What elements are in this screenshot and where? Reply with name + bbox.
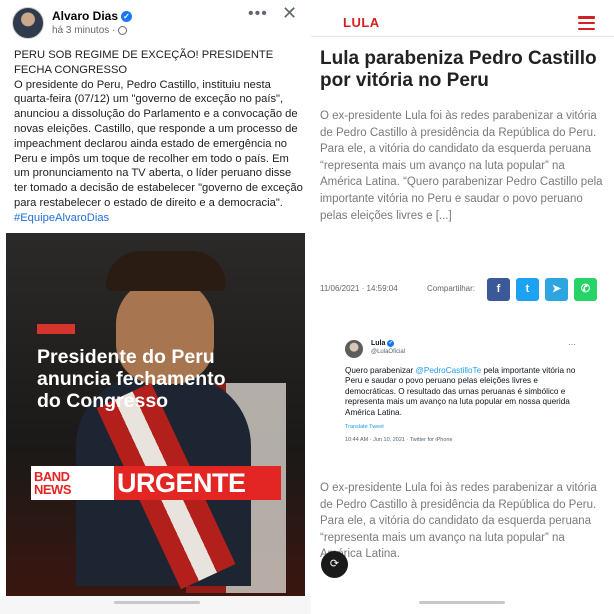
article-excerpt: O ex-presidente Lula foi às redes parabe…	[320, 110, 603, 222]
tweet-mention-link[interactable]: @PedroCastilloTe	[416, 366, 482, 375]
article-paragraph: O ex-presidente Lula foi às redes parabe…	[320, 482, 597, 561]
post-body: O presidente do Peru, Pedro Castillo, in…	[14, 78, 303, 209]
facebook-post-panel: Alvaro Dias ✓ há 3 minutos · ••• ✕ PERU …	[0, 0, 311, 614]
verified-badge-icon: ✓	[121, 10, 133, 22]
tweet-author[interactable]: Lula	[371, 340, 385, 347]
globe-icon	[118, 26, 128, 35]
post-time: há 3 minutos ·	[52, 25, 116, 36]
post-text: PERU SOB REGIME DE EXCEÇÃO! PRESIDENTE F…	[14, 48, 304, 226]
post-time-row: há 3 minutos ·	[52, 25, 128, 36]
band-news-urgente-badge: BAND NEWS URGENTE	[31, 466, 281, 500]
site-header: LULA	[311, 7, 614, 37]
post-header: Alvaro Dias ✓ há 3 minutos · ••• ✕	[0, 0, 311, 44]
tweet-date[interactable]: 10:44 AM · Jun 10, 2021 · Twitter for iP…	[345, 437, 453, 443]
article-date: 11/06/2021 · 14:59:04	[320, 284, 398, 293]
band-news-logo: BAND NEWS	[31, 466, 114, 500]
system-nav-bar	[311, 596, 614, 614]
urgente-label: URGENTE	[114, 466, 281, 500]
tweet-more-icon[interactable]: ···	[568, 340, 576, 349]
close-icon[interactable]: ✕	[282, 3, 297, 24]
video-headline: Presidente do Peru anuncia fechamento do…	[37, 346, 226, 412]
headline-accent-bar	[37, 324, 75, 334]
post-hashtag-link[interactable]: #EquipeAlvaroDias	[14, 212, 109, 224]
author-avatar[interactable]	[12, 7, 44, 39]
president-figure	[76, 251, 251, 590]
post-headline: PERU SOB REGIME DE EXCEÇÃO! PRESIDENTE F…	[14, 49, 274, 76]
facebook-icon[interactable]: f	[487, 278, 510, 301]
more-options-icon[interactable]: •••	[248, 5, 268, 23]
tweet-text-start: Quero parabenizar	[345, 366, 416, 375]
post-video-thumbnail[interactable]: Presidente do Peru anuncia fechamento do…	[6, 233, 305, 596]
rotate-screen-icon[interactable]: ⟳	[321, 551, 348, 578]
home-indicator[interactable]	[114, 601, 200, 604]
tweet-handle[interactable]: @LulaOficial	[371, 349, 405, 355]
author-name[interactable]: Alvaro Dias	[52, 9, 118, 23]
twitter-icon[interactable]: t	[516, 278, 539, 301]
news-text: NEWS	[34, 482, 72, 497]
telegram-icon[interactable]: ➤	[545, 278, 568, 301]
system-nav-bar	[0, 596, 311, 614]
site-logo[interactable]: LULA	[343, 15, 380, 30]
share-buttons: f t ➤ ✆	[487, 278, 597, 301]
verified-badge-icon: ✓	[387, 340, 395, 347]
tweet-author-row[interactable]: Lula ✓	[371, 340, 395, 347]
tweet-text: Quero parabenizar @PedroCastilloTe pela …	[345, 366, 577, 418]
article-title: Lula parabeniza Pedro Castillo por vitór…	[320, 48, 597, 91]
hamburger-menu-icon[interactable]	[578, 16, 595, 30]
tweet-avatar[interactable]	[345, 340, 363, 358]
article-panel: LULA Lula parabeniza Pedro Castillo por …	[311, 0, 614, 614]
author-name-row[interactable]: Alvaro Dias ✓	[52, 9, 133, 23]
share-label: Compartilhar:	[427, 284, 476, 293]
translate-tweet-link[interactable]: Translate Tweet	[345, 424, 384, 430]
home-indicator[interactable]	[419, 601, 505, 604]
whatsapp-icon[interactable]: ✆	[574, 278, 597, 301]
embedded-tweet[interactable]: Lula ✓ @LulaOficial ··· Quero parabeniza…	[340, 328, 586, 452]
